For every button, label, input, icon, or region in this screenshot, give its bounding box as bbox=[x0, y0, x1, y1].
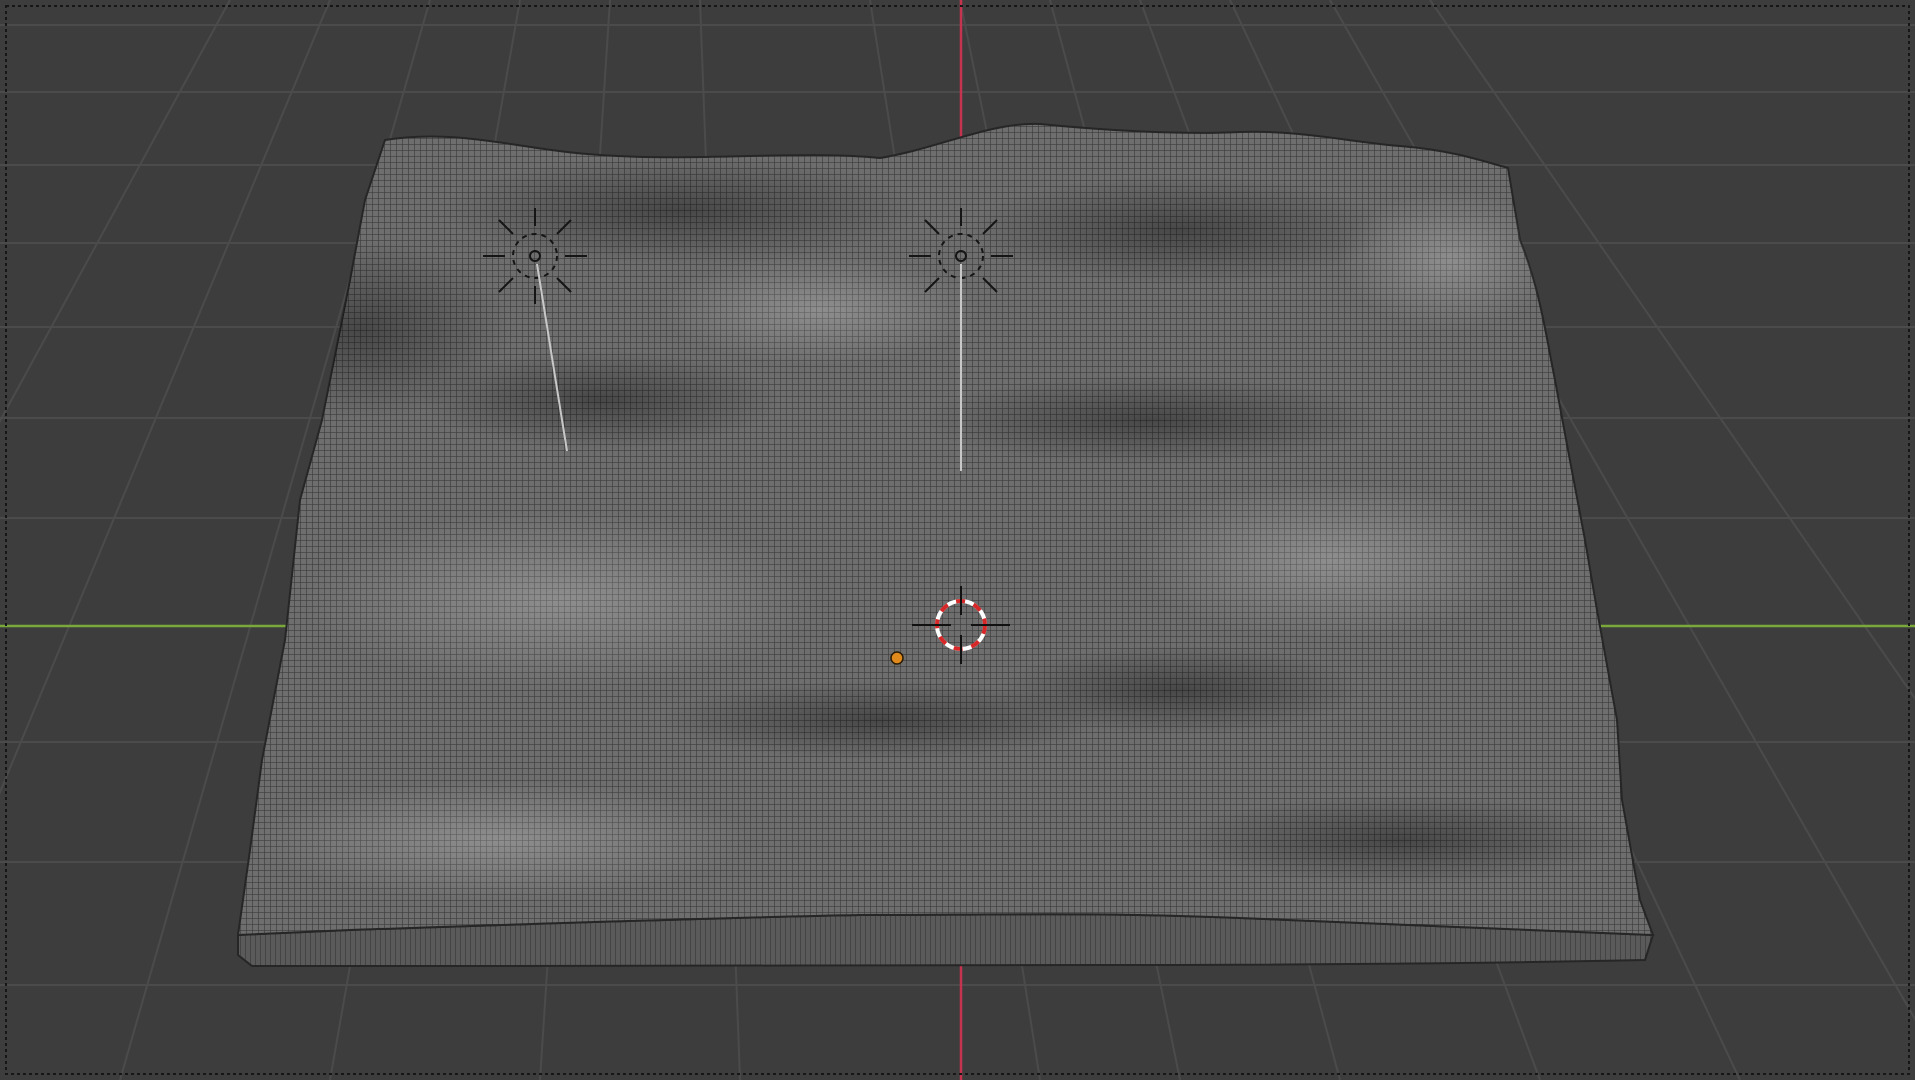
origin-dot-icon bbox=[890, 651, 904, 665]
3d-viewport[interactable] bbox=[0, 0, 1915, 1080]
viewport-canvas[interactable] bbox=[0, 0, 1915, 1080]
terrain-mesh[interactable] bbox=[210, 122, 1655, 967]
